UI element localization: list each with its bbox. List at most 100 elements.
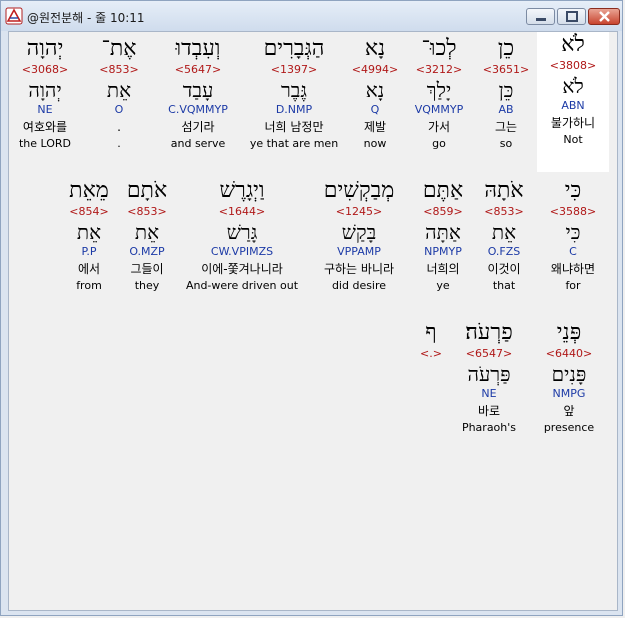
word-cell[interactable]: אַתֶּם <859> אַתָּה NPMYP 너희의 ye <box>407 178 479 293</box>
english-gloss: now <box>363 137 387 150</box>
parsing-code: NE <box>37 103 53 116</box>
interlinear-view[interactable]: לֹא <3808> לֹא ABN 불가하니 Not כֵן <3651> כ… <box>8 31 618 611</box>
close-button[interactable] <box>588 8 620 25</box>
app-icon <box>5 7 23 25</box>
strong-number: <1245> <box>335 205 383 218</box>
word-cell[interactable]: יְהוָה <3068> יְהוָה NE 여호와를 the LORD <box>9 36 81 151</box>
parsing-code: Q <box>370 103 380 116</box>
hebrew-word: ף <box>425 320 437 345</box>
strong-number: <853> <box>99 63 139 76</box>
parsing-code: NMPG <box>552 387 586 400</box>
parsing-code: VQMMYP <box>414 103 464 116</box>
korean-gloss: 불가하니 <box>550 116 596 130</box>
hebrew-word: וְעִבְדוּ <box>175 36 221 61</box>
hebrew-word: הַגְּבָרִים <box>263 36 325 61</box>
word-cell[interactable]: מְבַקְשִׁים <1245> בָּקַשׁ VPPAMP 구하는 바니… <box>307 178 411 293</box>
word-cell[interactable]: מֵאֵת <854> אֵת P.P 에서 from <box>53 178 125 293</box>
hebrew-word: כִּי <box>564 178 582 203</box>
hebrew-word: וַיְגָרֶשׁ <box>219 178 265 203</box>
minimize-button[interactable] <box>526 8 555 25</box>
strong-number: <6440> <box>545 347 593 360</box>
strong-number: <6547> <box>465 347 513 360</box>
english-gloss: and serve <box>170 137 226 150</box>
parsing-code: ABN <box>561 99 585 112</box>
english-gloss: from <box>76 279 102 292</box>
korean-gloss: 앞 <box>563 404 575 418</box>
lemma: נָא <box>365 78 385 102</box>
word-cell[interactable]: נָא <4994> נָא Q 제발 now <box>339 36 411 151</box>
word-cell[interactable]: אֶת־ <853> אֵת O . . <box>83 36 155 151</box>
parsing-code: C.VQMMYP <box>168 103 228 116</box>
english-gloss: ye <box>436 279 450 292</box>
english-gloss: . <box>117 137 121 150</box>
strong-number: <3651> <box>482 63 530 76</box>
maximize-button[interactable] <box>557 8 586 25</box>
hebrew-word: נָא <box>364 36 386 61</box>
english-gloss: And-were driven out <box>185 279 299 292</box>
hebrew-word: מְבַקְשִׁים <box>323 178 395 203</box>
english-gloss: presence <box>543 421 595 434</box>
hebrew-word: יְהוָה <box>26 36 64 61</box>
strong-number: <3588> <box>549 205 597 218</box>
word-cell[interactable]: הַגְּבָרִים <1397> גֶּבֶר D.NMP 너희 남정만 y… <box>244 36 344 151</box>
hebrew-word: מֵאֵת <box>69 178 109 203</box>
lemma: יְהוָה <box>28 78 62 102</box>
korean-gloss: 구하는 바니라 <box>323 262 395 276</box>
word-cell[interactable]: ף <.> <box>409 320 453 362</box>
strong-number: <.> <box>420 347 442 360</box>
english-gloss: for <box>565 279 581 292</box>
title-bar[interactable]: @원전분해 - 줄 10:11 <box>1 1 622 31</box>
hebrew-word: לֹא <box>561 32 585 57</box>
strong-number: <5647> <box>174 63 222 76</box>
word-cell[interactable]: כֵן <3651> כֵּן AB 그는 so <box>470 36 542 151</box>
word-cell[interactable]: וְעִבְדוּ <5647> עָבַד C.VQMMYP 섬기라 and … <box>157 36 239 151</box>
korean-gloss: 바로 <box>477 404 501 418</box>
korean-gloss: 섬기라 <box>181 120 215 134</box>
hebrew-word: אַתֶּם <box>422 178 464 203</box>
lemma: אֵת <box>76 220 102 244</box>
maximize-icon <box>566 11 578 22</box>
korean-gloss: 왜냐하면 <box>550 262 596 276</box>
word-cell[interactable]: פְּנֵי <6440> פָּנִים NMPG 앞 presence <box>533 320 605 435</box>
minimize-icon <box>536 18 546 21</box>
parsing-code: O <box>114 103 124 116</box>
lemma: פָּנִים <box>551 362 587 386</box>
hebrew-word: פַרְעֹה׃ <box>465 320 513 345</box>
parsing-code: C <box>569 245 577 258</box>
lemma: עָבַד <box>182 78 214 102</box>
word-cell[interactable]: כִּי <3588> כִּי C 왜냐하면 for <box>537 178 609 293</box>
lemma: פַּרְעֹה <box>467 362 511 386</box>
strong-number: <4994> <box>351 63 399 76</box>
english-gloss: ye that are men <box>249 137 339 150</box>
korean-gloss: . <box>117 120 121 134</box>
lemma: גֶּבֶר <box>280 78 308 102</box>
word-cell[interactable]: וַיְגָרֶשׁ <1644> גָּרַשׁ CW.VPIMZS 이에-쫓… <box>179 178 305 293</box>
parsing-code: AB <box>498 103 514 116</box>
strong-number: <3068> <box>21 63 69 76</box>
korean-gloss: 너희의 <box>426 262 460 276</box>
korean-gloss: 에서 <box>77 262 101 276</box>
word-cell[interactable]: פַרְעֹה׃ <6547> פַּרְעֹה NE 바로 Pharaoh's <box>453 320 525 435</box>
close-icon <box>599 11 610 22</box>
lemma: גָּרַשׁ <box>226 220 258 244</box>
hebrew-word: פְּנֵי <box>556 320 582 345</box>
korean-gloss: 이에-쫓겨나니라 <box>201 262 283 276</box>
korean-gloss: 제발 <box>363 120 387 134</box>
word-cell[interactable]: לֹא <3808> לֹא ABN 불가하니 Not <box>537 32 609 172</box>
lemma: אֵת <box>106 78 132 102</box>
parsing-code: CW.VPIMZS <box>210 245 274 258</box>
korean-gloss: 그는 <box>494 120 518 134</box>
english-gloss: Not <box>563 133 583 146</box>
english-gloss: did desire <box>331 279 387 292</box>
strong-number: <854> <box>69 205 109 218</box>
korean-gloss: 여호와를 <box>22 120 68 134</box>
english-gloss: the LORD <box>18 137 72 150</box>
korean-gloss: 너희 남정만 <box>264 120 324 134</box>
korean-gloss: 가서 <box>427 120 451 134</box>
parsing-code: P.P <box>81 245 97 258</box>
lemma: כִּי <box>565 220 581 244</box>
parsing-code: NE <box>481 387 497 400</box>
lemma: אַתָּה <box>425 220 461 244</box>
strong-number: <1397> <box>270 63 318 76</box>
word-cell[interactable]: לְכוּ־ <3212> יָלַךְ VQMMYP 가서 go <box>403 36 475 151</box>
